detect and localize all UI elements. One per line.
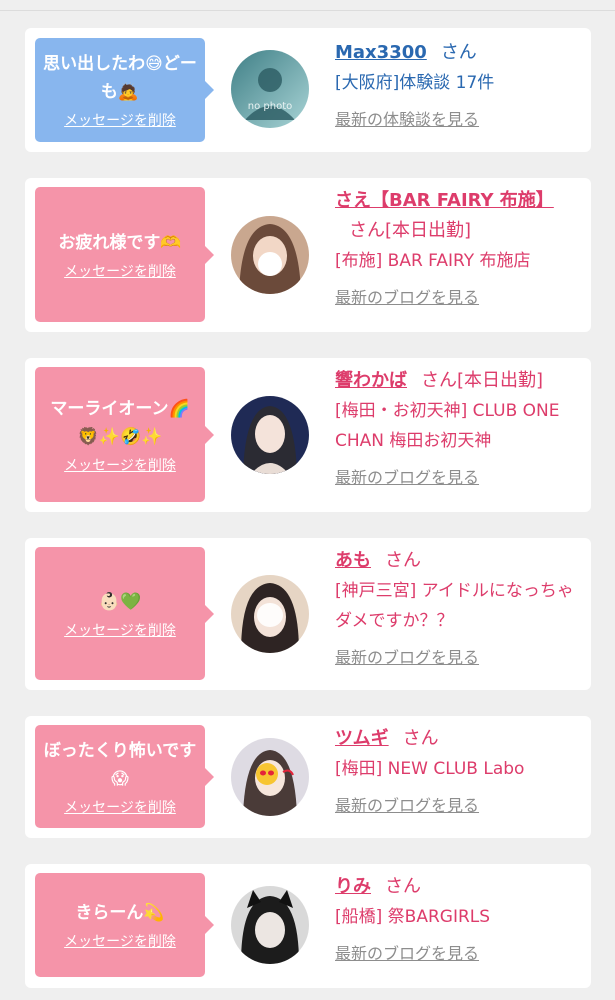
- avatar[interactable]: [231, 886, 309, 964]
- avatar[interactable]: [231, 216, 309, 294]
- work-status: [本日出勤]: [457, 370, 544, 391]
- sender-info: あも さん [神戸三宮] アイドルになっちゃダメですか？？ 最新のブログを見る: [335, 546, 585, 668]
- avatar[interactable]: [231, 396, 309, 474]
- sender-name-link[interactable]: Max3300: [335, 42, 427, 63]
- avatar[interactable]: [231, 575, 309, 653]
- delete-message-link[interactable]: メッセージを削除: [64, 112, 176, 130]
- message-text: マーライオーン🌈🦁✨🤣✨: [50, 398, 190, 447]
- sender-name-link[interactable]: りみ: [335, 876, 371, 897]
- profile-photo-icon: [231, 216, 309, 294]
- avatar[interactable]: no photo: [231, 50, 309, 128]
- sender-name-link[interactable]: 響わかば: [335, 370, 407, 391]
- latest-link[interactable]: 最新のブログを見る: [335, 644, 585, 668]
- sender-subtitle: [神戸三宮] アイドルになっちゃダメですか？？: [335, 581, 574, 631]
- latest-link[interactable]: 最新の体験談を見る: [335, 106, 585, 130]
- message-card: 思い出したわ😅どーも🙇 メッセージを削除 no photo Max3300 さん: [25, 28, 591, 152]
- message-bubble: きらーん💫 メッセージを削除: [35, 873, 214, 977]
- profile-photo-icon: [231, 396, 309, 474]
- message-card: きらーん💫 メッセージを削除 りみ さん [船橋] 祭BARGIRLS 最新のブロ…: [25, 864, 591, 988]
- delete-message-link[interactable]: メッセージを削除: [64, 933, 176, 951]
- honorific: さん: [349, 220, 385, 241]
- sender-info: ツムギ さん [梅田] NEW CLUB Labo 最新のブログを見る: [335, 724, 585, 816]
- honorific: さん: [385, 876, 421, 897]
- message-bubble: ぼったくり怖いです😱 メッセージを削除: [35, 725, 214, 828]
- message-card: ぼったくり怖いです😱 メッセージを削除 ツムギ さん [梅田] NEW CLUB …: [25, 716, 591, 838]
- latest-link[interactable]: 最新のブログを見る: [335, 464, 585, 488]
- honorific: さん: [421, 370, 457, 391]
- message-text: お疲れ様です🫶: [58, 232, 182, 253]
- honorific: さん: [385, 550, 421, 571]
- message-text: きらーん💫: [75, 903, 165, 923]
- message-card: お疲れ様です🫶 メッセージを削除 さえ【BAR FAIRY 布施】さん[本日出勤…: [25, 178, 591, 332]
- delete-message-link[interactable]: メッセージを削除: [64, 457, 176, 475]
- latest-link[interactable]: 最新のブログを見る: [335, 792, 585, 816]
- no-photo-icon: [231, 50, 309, 128]
- delete-message-link[interactable]: メッセージを削除: [64, 799, 176, 817]
- honorific: さん: [440, 42, 477, 63]
- message-text: 思い出したわ😅どーも🙇: [43, 54, 197, 102]
- sender-subtitle: [梅田] NEW CLUB Labo: [335, 759, 525, 779]
- sender-subtitle: [梅田・お初天神] CLUB ONE CHAN 梅田お初天神: [335, 401, 560, 451]
- honorific: さん: [402, 728, 439, 749]
- message-text: ぼったくり怖いです😱: [43, 740, 197, 789]
- no-photo-label: no photo: [247, 101, 293, 112]
- profile-photo-icon: [231, 738, 309, 816]
- sender-info: りみ さん [船橋] 祭BARGIRLS 最新のブログを見る: [335, 872, 585, 964]
- delete-message-link[interactable]: メッセージを削除: [64, 622, 176, 640]
- latest-link[interactable]: 最新のブログを見る: [335, 940, 585, 964]
- message-card: 👶🏻💚 メッセージを削除 あも さん [神戸三宮] アイドルになっちゃダメですか？…: [25, 538, 591, 690]
- delete-message-link[interactable]: メッセージを削除: [64, 263, 176, 281]
- work-status: [本日出勤]: [385, 220, 472, 241]
- sender-info: さえ【BAR FAIRY 布施】さん[本日出勤] [布施] BAR FAIRY …: [335, 186, 585, 308]
- message-bubble: お疲れ様です🫶 メッセージを削除: [35, 187, 214, 322]
- message-bubble: 👶🏻💚 メッセージを削除: [35, 547, 214, 680]
- sender-subtitle: [船橋] 祭BARGIRLS: [335, 907, 491, 927]
- sender-info: 響わかば さん[本日出勤] [梅田・お初天神] CLUB ONE CHAN 梅田お…: [335, 366, 585, 488]
- sender-name-link[interactable]: ツムギ: [335, 728, 389, 749]
- latest-link[interactable]: 最新のブログを見る: [335, 284, 585, 308]
- message-bubble: 思い出したわ😅どーも🙇 メッセージを削除: [35, 38, 214, 142]
- profile-photo-icon: [231, 886, 309, 964]
- message-bubble: マーライオーン🌈🦁✨🤣✨ メッセージを削除: [35, 367, 214, 502]
- sender-subtitle: [布施] BAR FAIRY 布施店: [335, 251, 531, 271]
- sender-name-link[interactable]: さえ【BAR FAIRY 布施】: [335, 190, 554, 211]
- avatar[interactable]: [231, 738, 309, 816]
- sender-info: Max3300 さん [大阪府]体験談 17件 最新の体験談を見る: [335, 38, 585, 130]
- sender-name-link[interactable]: あも: [335, 550, 371, 571]
- message-card: マーライオーン🌈🦁✨🤣✨ メッセージを削除 響わかば さん[本日出勤] [梅田・お…: [25, 358, 591, 512]
- message-text: 👶🏻💚: [98, 591, 142, 612]
- top-divider: [0, 0, 615, 11]
- sender-subtitle: [大阪府]体験談 17件: [335, 73, 495, 93]
- profile-photo-icon: [231, 575, 309, 653]
